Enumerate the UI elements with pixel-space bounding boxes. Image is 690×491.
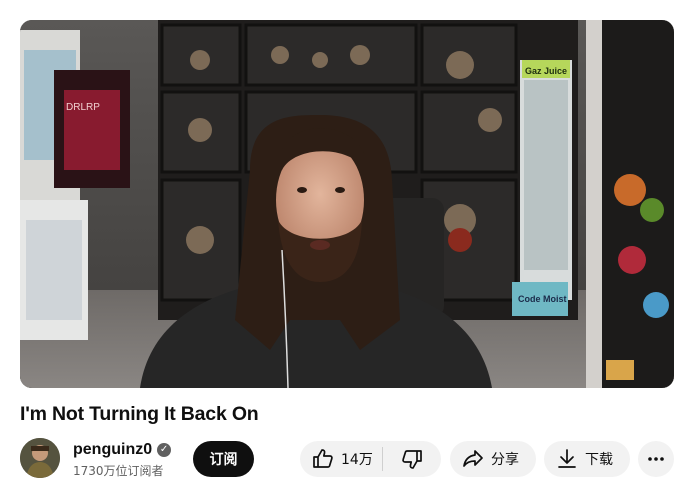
channel-name[interactable]: penguinz0 bbox=[73, 441, 152, 459]
channel-name-row: penguinz0 ✓ bbox=[73, 441, 172, 459]
video-title: I'm Not Turning It Back On bbox=[20, 403, 259, 425]
share-label: 分享 bbox=[491, 452, 519, 468]
more-horizontal-icon bbox=[648, 457, 664, 461]
avatar-image bbox=[20, 438, 60, 478]
like-count: 14万 bbox=[341, 452, 373, 468]
thumbs-up-icon bbox=[313, 449, 333, 468]
more-actions-button[interactable] bbox=[638, 441, 674, 477]
poster-text: DRLRP bbox=[66, 102, 100, 113]
download-button[interactable]: 下载 bbox=[544, 441, 630, 477]
code-moist-sign: Code Moist bbox=[518, 294, 567, 304]
download-label: 下载 bbox=[585, 452, 613, 468]
juice-sign: Gaz Juice bbox=[525, 66, 567, 76]
share-button[interactable]: 分享 bbox=[450, 441, 536, 477]
subscribe-button[interactable]: 订阅 bbox=[193, 441, 254, 477]
share-arrow-icon bbox=[463, 450, 483, 467]
dislike-button[interactable] bbox=[383, 441, 441, 477]
like-button[interactable]: 14万 bbox=[300, 441, 382, 477]
video-player[interactable]: DRLRP Gaz Juice Code Moist bbox=[20, 20, 674, 388]
channel-avatar[interactable] bbox=[20, 438, 60, 478]
download-icon bbox=[558, 449, 576, 468]
verified-check-icon: ✓ bbox=[157, 443, 172, 457]
like-dislike-group: 14万 bbox=[300, 441, 441, 477]
subscriber-count: 1730万位订阅者 bbox=[73, 464, 164, 478]
thumbs-down-icon bbox=[402, 450, 422, 469]
video-frame: DRLRP Gaz Juice Code Moist bbox=[20, 20, 674, 388]
